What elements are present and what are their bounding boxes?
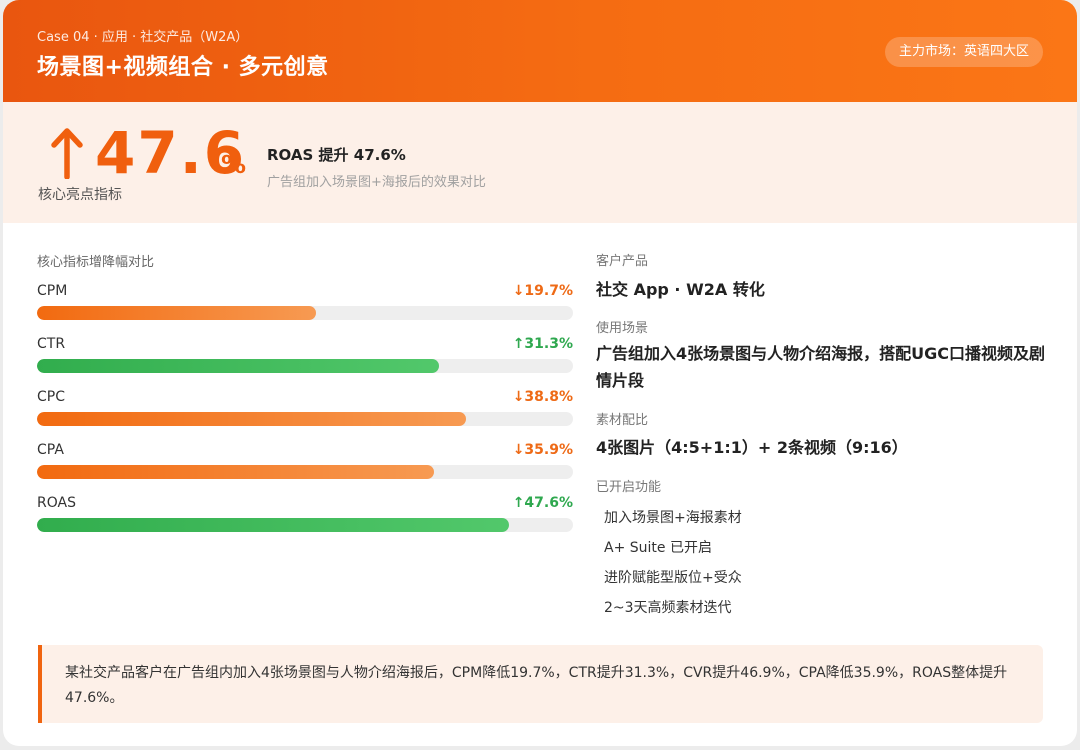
feature-item: A+ Suite 已开启 — [604, 540, 712, 556]
summary-box: 某社交产品客户在广告组内加入4张场景图与人物介绍海报后，CPM降低19.7%，C… — [38, 645, 1043, 723]
metric-bar-fill — [37, 518, 509, 532]
metric-row-cpc: CPC ↓38.8% — [37, 389, 573, 429]
metric-change: ↑31.3% — [512, 336, 573, 352]
metric-row-cpa: CPA ↓35.9% — [37, 442, 573, 482]
summary-text: 某社交产品客户在广告组内加入4张场景图与人物介绍海报后，CPM降低19.7%，C… — [65, 665, 1008, 706]
metric-change: ↑47.6% — [512, 495, 573, 511]
product-value: 社交 App · W2A 转化 — [596, 280, 765, 299]
metric-bar-fill — [37, 359, 439, 373]
metric-name: CPM — [37, 283, 68, 299]
scenario-value: 广告组加入4张场景图与人物介绍海报，搭配UGC口播视频及剧情片段 — [596, 344, 1046, 390]
ratio-value: 4张图片（4:5+1:1）+ 2条视频（9:16） — [596, 438, 908, 457]
highlight-subline: 广告组加入场景图+海报后的效果对比 — [267, 175, 486, 190]
metric-bar-fill — [37, 306, 316, 320]
metric-bar-fill — [37, 412, 466, 426]
metrics-title: 核心指标增降幅对比 — [37, 255, 155, 270]
metric-name: CPA — [37, 442, 64, 458]
page-title: 场景图+视频组合 · 多元创意 — [37, 55, 329, 80]
market-badge: 主力市场：英语四大区 — [884, 37, 1043, 67]
feature-item: 加入场景图+海报素材 — [604, 510, 742, 526]
highlight-unit: % — [221, 150, 247, 179]
case-card: Case 04 · 应用 · 社交产品（W2A） 场景图+视频组合 · 多元创意… — [3, 0, 1077, 746]
metric-row-cpm: CPM ↓19.7% — [37, 283, 573, 323]
highlight-caption: 核心亮点指标 — [38, 187, 122, 203]
case-header: Case 04 · 应用 · 社交产品（W2A） 场景图+视频组合 · 多元创意… — [3, 0, 1077, 102]
metric-bar-fill — [37, 465, 434, 479]
metric-name: ROAS — [37, 495, 76, 511]
metric-row-ctr: CTR ↑31.3% — [37, 336, 573, 376]
metric-change: ↓19.7% — [512, 283, 573, 299]
feature-item: 2~3天高频素材迭代 — [604, 600, 732, 616]
scenario-label: 使用场景 — [596, 321, 649, 336]
metric-change: ↓35.9% — [512, 442, 573, 458]
metric-bar-track — [37, 518, 573, 532]
breadcrumb: Case 04 · 应用 · 社交产品（W2A） — [37, 30, 249, 45]
metric-bar-track — [37, 465, 573, 479]
features-label: 已开启功能 — [596, 480, 662, 495]
metric-bar-track — [37, 306, 573, 320]
metric-bar-track — [37, 359, 573, 373]
metric-name: CPC — [37, 389, 65, 405]
highlight-headline: ROAS 提升 47.6% — [267, 146, 406, 164]
ratio-label: 素材配比 — [596, 413, 649, 428]
metric-change: ↓38.8% — [512, 389, 573, 405]
highlight-panel: 47.6 % 核心亮点指标 ROAS 提升 47.6% 广告组加入场景图+海报后… — [3, 102, 1077, 223]
metric-row-roas: ROAS ↑47.6% — [37, 495, 573, 535]
arrow-up-icon — [51, 128, 83, 179]
metric-bar-track — [37, 412, 573, 426]
feature-item: 进阶赋能型版位+受众 — [604, 570, 742, 586]
metric-name: CTR — [37, 336, 66, 352]
product-label: 客户产品 — [596, 254, 649, 269]
